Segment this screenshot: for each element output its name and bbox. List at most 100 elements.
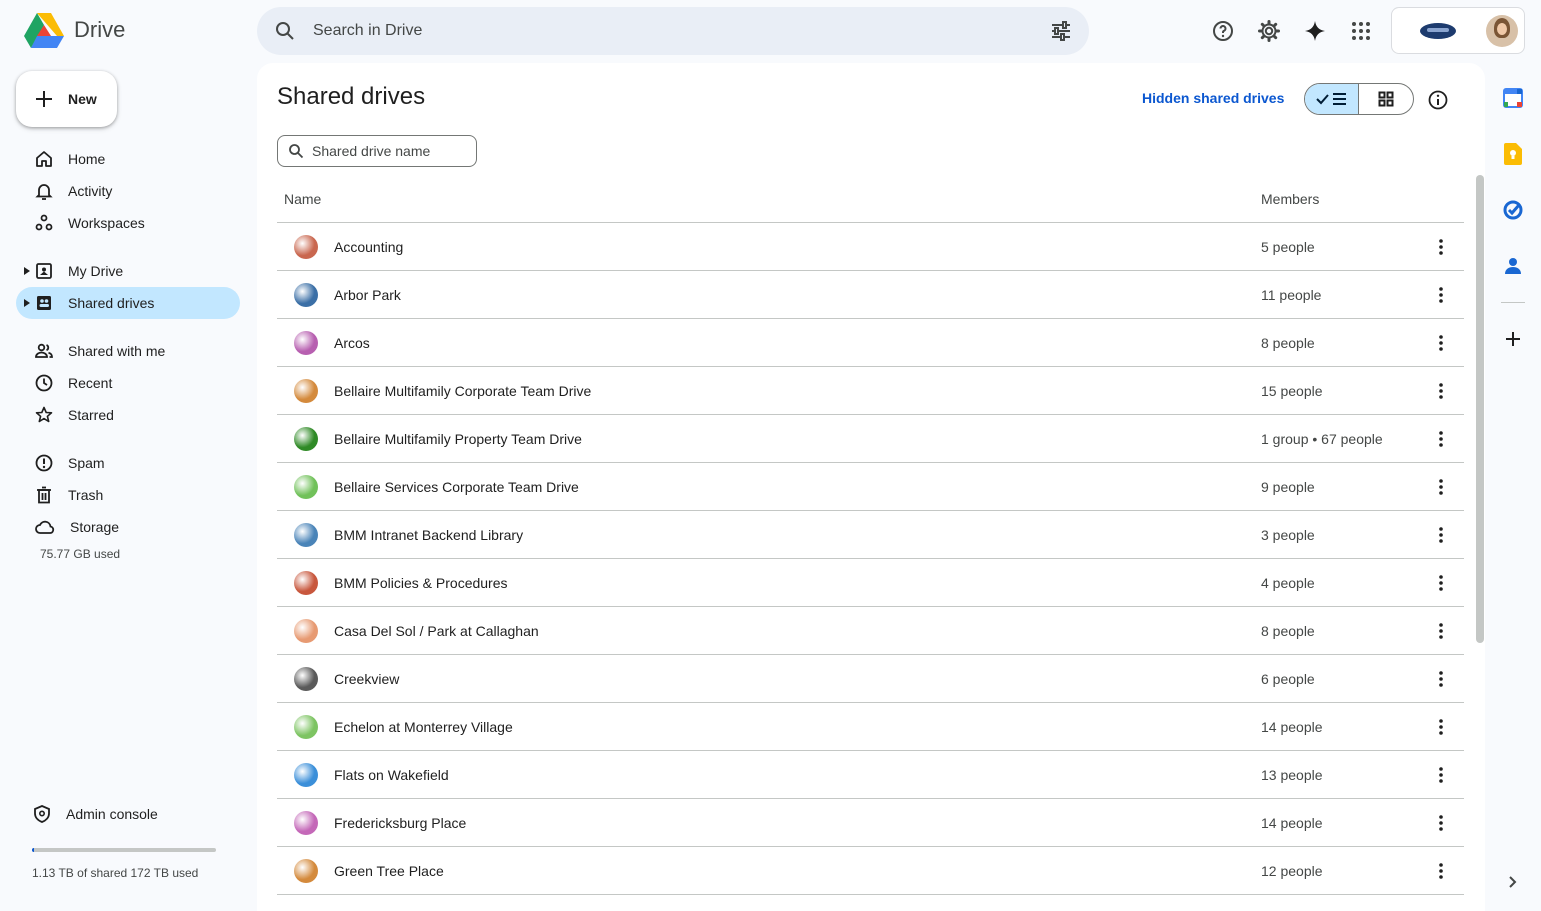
more-actions-icon[interactable] <box>1425 855 1457 887</box>
sidebar-item-recent[interactable]: Recent <box>16 367 240 399</box>
shared-drive-theme-icon <box>294 474 318 499</box>
table-row[interactable]: Bellaire Multifamily Property Team Drive… <box>277 415 1464 463</box>
more-actions-icon[interactable] <box>1425 759 1457 791</box>
drive-members: 1 group • 67 people <box>1261 430 1383 447</box>
layout-toggle <box>1304 83 1414 115</box>
info-icon[interactable] <box>1425 87 1451 113</box>
more-actions-icon[interactable] <box>1425 423 1457 455</box>
sidebar-item-starred[interactable]: Starred <box>16 399 240 431</box>
get-addons-plus-icon[interactable] <box>1490 311 1536 367</box>
more-actions-icon[interactable] <box>1425 231 1457 263</box>
drive-members: 15 people <box>1261 382 1323 399</box>
table-row[interactable]: Fredericksburg Place 14 people <box>277 799 1464 847</box>
main-panel: Shared drives Hidden shared drives Name … <box>257 63 1485 911</box>
search-icon[interactable] <box>273 19 297 48</box>
table-row[interactable]: Bellaire Multifamily Corporate Team Driv… <box>277 367 1464 415</box>
column-header-name[interactable]: Name <box>277 191 1261 207</box>
grid-icon <box>1378 91 1394 107</box>
apps-grid-icon[interactable] <box>1338 8 1384 54</box>
sidebar-item-spam[interactable]: Spam <box>16 447 240 479</box>
more-actions-icon[interactable] <box>1425 471 1457 503</box>
table-row[interactable]: Green Tree Place 12 people <box>277 847 1464 895</box>
drive-members: 12 people <box>1261 862 1323 879</box>
drive-members: 8 people <box>1261 334 1315 351</box>
list-layout-button[interactable] <box>1305 84 1360 114</box>
sidebar-item-home[interactable]: Home <box>16 143 240 175</box>
search-input[interactable] <box>313 7 1013 55</box>
table-row[interactable]: Arbor Park 11 people <box>277 271 1464 319</box>
drive-members: 5 people <box>1261 238 1315 255</box>
table-header: Name Members <box>277 175 1464 223</box>
storage-used: 75.77 GB used <box>40 547 121 561</box>
more-actions-icon[interactable] <box>1425 519 1457 551</box>
table-row[interactable]: Casa Del Sol / Park at Callaghan 8 people <box>277 607 1464 655</box>
drive-name: BMM Intranet Backend Library <box>334 526 524 543</box>
sidebar-item-workspaces[interactable]: Workspaces <box>16 207 240 239</box>
table-row[interactable]: BMM Intranet Backend Library 3 people <box>277 511 1464 559</box>
more-actions-icon[interactable] <box>1425 279 1457 311</box>
shared-drive-filter[interactable] <box>277 135 477 167</box>
settings-gear-icon[interactable] <box>1246 8 1292 54</box>
avatar[interactable] <box>1486 15 1518 47</box>
app-name: Drive <box>74 17 126 42</box>
check-list-icon <box>1315 93 1346 105</box>
expand-caret-icon[interactable] <box>24 299 30 307</box>
drive-members: 14 people <box>1261 718 1323 735</box>
table-row[interactable]: Bellaire Services Corporate Team Drive 9 … <box>277 463 1464 511</box>
more-actions-icon[interactable] <box>1425 375 1457 407</box>
sidebar-item-my-drive[interactable]: My Drive <box>16 255 240 287</box>
tasks-app-icon[interactable] <box>1490 182 1536 238</box>
more-actions-icon[interactable] <box>1425 711 1457 743</box>
drive-members: 4 people <box>1261 574 1315 591</box>
more-actions-icon[interactable] <box>1425 327 1457 359</box>
chevron-right-icon[interactable] <box>1503 873 1521 896</box>
search-options-icon[interactable] <box>1049 19 1073 48</box>
new-button[interactable]: New <box>16 71 117 127</box>
top-toolbar <box>1200 8 1384 54</box>
sidebar-item-shared-drives[interactable]: Shared drives <box>16 287 240 319</box>
account-switcher[interactable] <box>1391 7 1525 54</box>
shared-drive-theme-icon <box>294 570 318 595</box>
drive-logo[interactable]: Drive <box>24 12 125 48</box>
search-bar[interactable] <box>257 7 1089 55</box>
more-actions-icon[interactable] <box>1425 807 1457 839</box>
sidebar-item-trash[interactable]: Trash <box>16 479 240 511</box>
admin-console-link[interactable]: Admin console <box>16 798 240 830</box>
side-panel <box>1490 70 1536 367</box>
sidebar-nav: Home Activity Workspaces My Drive Shared… <box>16 143 240 561</box>
more-actions-icon[interactable] <box>1425 615 1457 647</box>
table-row[interactable]: Flats on Wakefield 13 people <box>277 751 1464 799</box>
sidebar-item-activity[interactable]: Activity <box>16 175 240 207</box>
grid-layout-button[interactable] <box>1359 84 1413 114</box>
table-row[interactable]: Echelon at Monterrey Village 14 people <box>277 703 1464 751</box>
new-button-label: New <box>68 91 97 107</box>
sidebar-item-label: Spam <box>68 455 105 471</box>
expand-caret-icon[interactable] <box>24 267 30 275</box>
scrollbar[interactable] <box>1476 175 1484 643</box>
shared-drive-theme-icon <box>294 330 318 355</box>
table-row[interactable]: Arcos 8 people <box>277 319 1464 367</box>
drive-name: Accounting <box>334 238 404 255</box>
column-header-members: Members <box>1261 190 1320 207</box>
sidebar-item-storage[interactable]: Storage <box>16 511 240 543</box>
hidden-shared-drives-link[interactable]: Hidden shared drives <box>1142 90 1284 106</box>
table-row[interactable]: Accounting 5 people <box>277 223 1464 271</box>
plus-icon <box>36 91 52 107</box>
keep-app-icon[interactable] <box>1490 126 1536 182</box>
table-row[interactable]: BMM Policies & Procedures 4 people <box>277 559 1464 607</box>
more-actions-icon[interactable] <box>1425 663 1457 695</box>
contacts-app-icon[interactable] <box>1490 238 1536 294</box>
help-icon[interactable] <box>1200 8 1246 54</box>
more-actions-icon[interactable] <box>1425 567 1457 599</box>
shared-drive-theme-icon <box>294 378 318 403</box>
table-row[interactable]: Creekview 6 people <box>277 655 1464 703</box>
gemini-sparkle-icon[interactable] <box>1292 8 1338 54</box>
sidebar-item-shared-with-me[interactable]: Shared with me <box>16 335 240 367</box>
shared-drive-theme-icon <box>294 618 318 643</box>
sidebar-item-label: Starred <box>68 407 114 423</box>
search-icon <box>289 144 304 159</box>
calendar-app-icon[interactable] <box>1490 70 1536 126</box>
shared-storage-text: 1.13 TB of shared 172 TB used <box>32 866 199 880</box>
trash-icon <box>37 486 51 504</box>
shared-drive-name-input[interactable] <box>312 143 472 159</box>
